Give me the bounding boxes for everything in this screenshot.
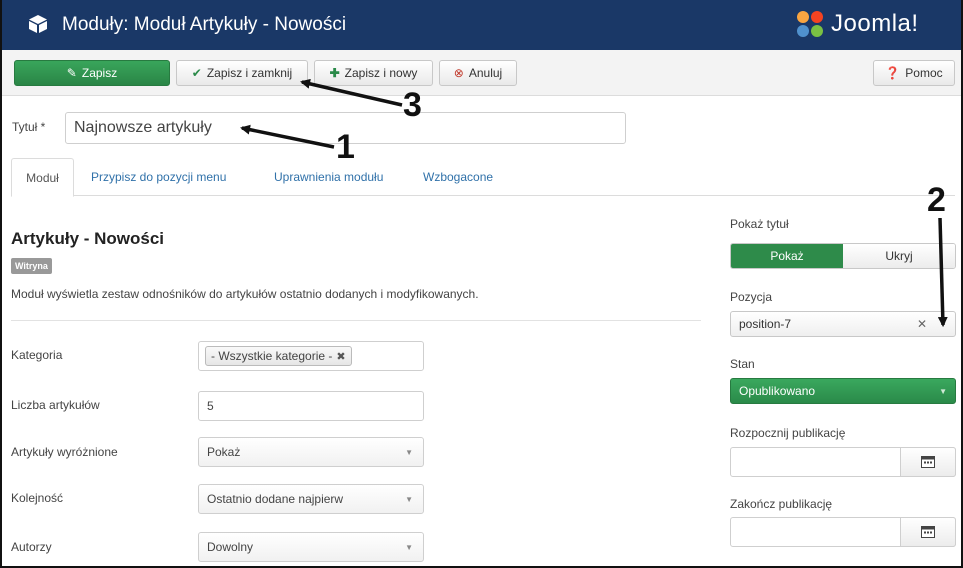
module-edit-window: Moduły: Moduł Artykuły - Nowości Joomla!… — [0, 0, 963, 568]
save-button-label: Zapisz — [81, 66, 118, 80]
page-title: Moduły: Moduł Artykuły - Nowości — [62, 14, 347, 35]
position-value: position-7 — [739, 317, 792, 331]
show-title-toggle: Pokaż Ukryj — [730, 243, 956, 269]
tab-bar: Moduł Przypisz do pozycji menu Uprawnien… — [11, 158, 955, 197]
chevron-down-icon: ▼ — [405, 542, 413, 552]
chevron-down-icon: ▼ — [405, 447, 413, 457]
position-label: Pozycja — [730, 290, 773, 304]
arrow-2 — [937, 217, 948, 327]
question-icon: ❓ — [885, 66, 901, 80]
category-field[interactable]: - Wszystkie kategorie - ✖ — [198, 341, 424, 371]
featured-value: Pokaż — [207, 445, 241, 459]
module-name: Artykuły - Nowości — [11, 229, 165, 248]
featured-label: Artykuły wyróżnione — [11, 445, 118, 459]
chevron-down-icon: ▼ — [939, 319, 947, 329]
remove-chip-icon[interactable]: ✖ — [336, 350, 345, 363]
tab-menu-assignment[interactable]: Przypisz do pozycji menu — [91, 158, 226, 196]
clear-icon[interactable]: ✕ — [917, 317, 927, 331]
chevron-down-icon: ▼ — [939, 386, 947, 396]
annotation-number-2: 2 — [927, 181, 946, 219]
save-and-close-button[interactable]: ✔ Zapisz i zamknij — [176, 60, 308, 86]
show-title-label: Pokaż tytuł — [730, 217, 789, 231]
show-title-on-button[interactable]: Pokaż — [731, 244, 843, 268]
category-chip[interactable]: - Wszystkie kategorie - ✖ — [205, 346, 352, 366]
help-button[interactable]: ❓ Pomoc — [873, 60, 955, 86]
save-and-new-button[interactable]: ✚ Zapisz i nowy — [314, 60, 433, 86]
tab-advanced[interactable]: Wzbogacone — [423, 158, 493, 196]
joomla-logo-text: Joomla! — [831, 10, 919, 37]
joomla-logo-icon — [797, 11, 823, 37]
category-chip-label: - Wszystkie kategorie - — [211, 349, 333, 363]
title-label: Tytuł * — [12, 120, 46, 134]
check-icon: ✔ — [191, 66, 202, 80]
ordering-value: Ostatnio dodane najpierw — [207, 492, 344, 506]
plus-icon: ✚ — [329, 66, 340, 80]
position-select[interactable]: position-7 ✕ ▼ — [730, 311, 956, 337]
cancel-icon: ⊗ — [453, 66, 464, 80]
state-label: Stan — [730, 357, 755, 371]
save-and-new-label: Zapisz i nowy — [344, 66, 418, 80]
save-and-close-label: Zapisz i zamknij — [206, 66, 293, 80]
calendar-icon — [921, 526, 935, 538]
annotation-number-3: 3 — [403, 86, 422, 124]
annotation-number-1: 1 — [336, 128, 355, 166]
authors-label: Autorzy — [11, 540, 52, 554]
tab-permissions[interactable]: Uprawnienia modułu — [274, 158, 383, 196]
publish-up-label: Rozpocznij publikację — [730, 426, 846, 440]
featured-select[interactable]: Pokaż ▼ — [198, 437, 424, 467]
show-title-off-button[interactable]: Ukryj — [843, 244, 955, 268]
toolbar: ✎ Zapisz ✔ Zapisz i zamknij ✚ Zapisz i n… — [2, 50, 961, 96]
calendar-button[interactable] — [900, 517, 956, 547]
cancel-button[interactable]: ⊗ Anuluj — [439, 60, 517, 86]
count-input[interactable]: 5 — [198, 391, 424, 421]
publish-down-field[interactable] — [730, 517, 956, 547]
divider — [11, 320, 701, 321]
tab-module[interactable]: Moduł — [11, 158, 74, 197]
cancel-button-label: Anuluj — [468, 66, 503, 80]
category-label: Kategoria — [11, 348, 63, 362]
state-value: Opublikowano — [739, 384, 816, 398]
joomla-logo[interactable]: Joomla! — [795, 8, 919, 40]
count-label: Liczba artykułów — [11, 398, 100, 412]
chevron-down-icon: ▼ — [405, 494, 413, 504]
site-badge: Witryna — [11, 258, 52, 274]
state-select[interactable]: Opublikowano ▼ — [730, 378, 956, 404]
header-bar: Moduły: Moduł Artykuły - Nowości Joomla! — [2, 0, 961, 50]
count-value: 5 — [207, 399, 214, 413]
help-button-label: Pomoc — [905, 66, 943, 80]
calendar-icon — [921, 456, 935, 468]
publish-down-label: Zakończ publikację — [730, 497, 833, 511]
ordering-select[interactable]: Ostatnio dodane najpierw ▼ — [198, 484, 424, 514]
cube-icon — [29, 15, 47, 33]
authors-select[interactable]: Dowolny ▼ — [198, 532, 424, 562]
save-button[interactable]: ✎ Zapisz — [14, 60, 170, 86]
module-description: Moduł wyświetla zestaw odnośników do art… — [11, 287, 479, 301]
publish-up-field[interactable] — [730, 447, 956, 477]
ordering-label: Kolejność — [11, 491, 64, 505]
edit-icon: ✎ — [66, 66, 77, 80]
authors-value: Dowolny — [207, 540, 254, 554]
calendar-button[interactable] — [900, 447, 956, 477]
